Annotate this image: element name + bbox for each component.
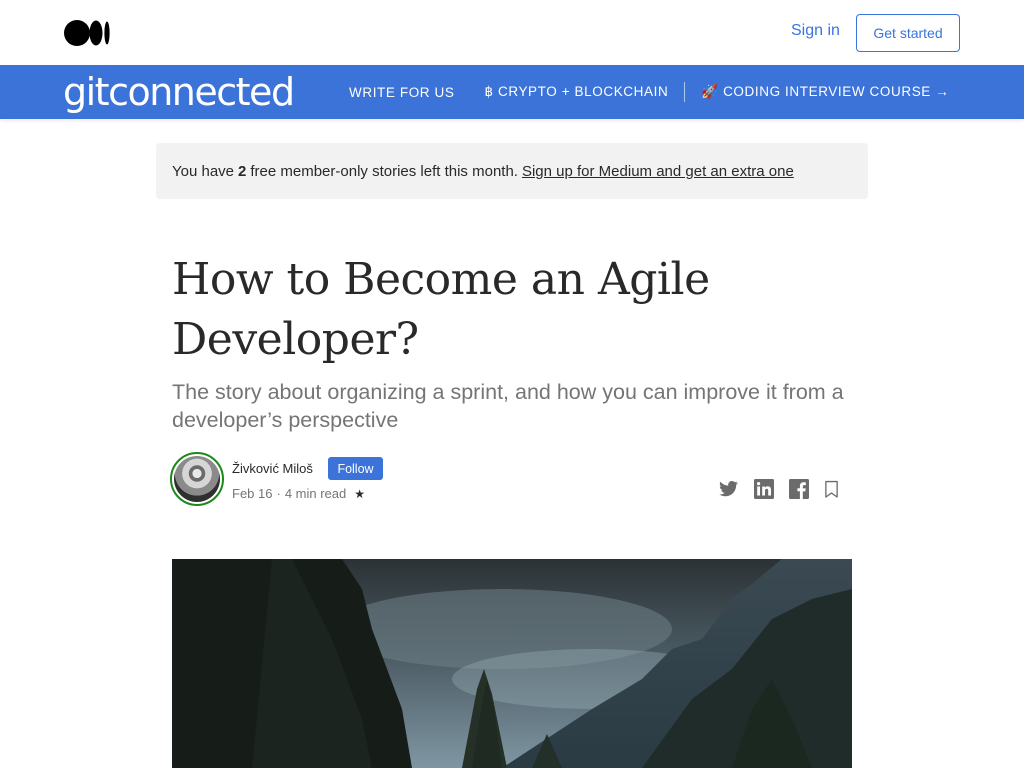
banner-text-prefix: You have <box>172 162 235 180</box>
sign-in-link[interactable]: Sign in <box>791 22 840 40</box>
medium-logo-icon[interactable] <box>64 20 110 46</box>
banner-story-count: 2 <box>238 162 247 180</box>
member-stories-banner: You have 2 free member-only stories left… <box>156 143 868 199</box>
get-started-button[interactable]: Get started <box>856 14 960 52</box>
read-time: 4 min read <box>284 486 347 501</box>
article-title: How to Become an Agile Developer? <box>172 254 710 365</box>
nav-separator <box>684 82 686 102</box>
facebook-icon[interactable] <box>788 478 810 500</box>
author-photo <box>174 456 220 502</box>
top-bar: Sign in Get started <box>0 0 1024 65</box>
bookmark-icon[interactable] <box>822 478 840 500</box>
publication-nav-links: WRITE FOR US ฿ CRYPTO + BLOCKCHAIN 🚀 COD… <box>349 65 949 119</box>
nav-crypto-blockchain[interactable]: ฿ CRYPTO + BLOCKCHAIN <box>484 84 668 100</box>
article-meta: Feb 16 · 4 min read ★ <box>232 486 365 501</box>
nav-coding-interview-course[interactable]: 🚀 CODING INTERVIEW COURSE → <box>701 84 949 100</box>
nav-write-for-us[interactable]: WRITE FOR US <box>349 85 454 100</box>
publication-nav: gitconnected WRITE FOR US ฿ CRYPTO + BLO… <box>0 65 1024 119</box>
banner-signup-link[interactable]: Sign up for Medium and get an extra one <box>522 163 794 180</box>
article-subtitle: The story about organizing a sprint, and… <box>172 380 844 432</box>
publish-date: Feb 16 <box>232 486 273 501</box>
banner-text-suffix: free member-only stories left this month… <box>250 162 518 180</box>
author-avatar[interactable] <box>170 452 224 506</box>
meta-separator: · <box>276 486 281 501</box>
hero-image-illustration <box>172 559 852 768</box>
member-only-star-icon: ★ <box>354 486 366 501</box>
hero-image <box>172 559 852 768</box>
linkedin-icon[interactable] <box>753 478 775 500</box>
author-name[interactable]: Živković Miloš <box>232 461 313 476</box>
publication-logo[interactable]: gitconnected <box>63 68 295 116</box>
follow-button[interactable]: Follow <box>328 457 383 480</box>
twitter-icon[interactable] <box>716 478 740 500</box>
